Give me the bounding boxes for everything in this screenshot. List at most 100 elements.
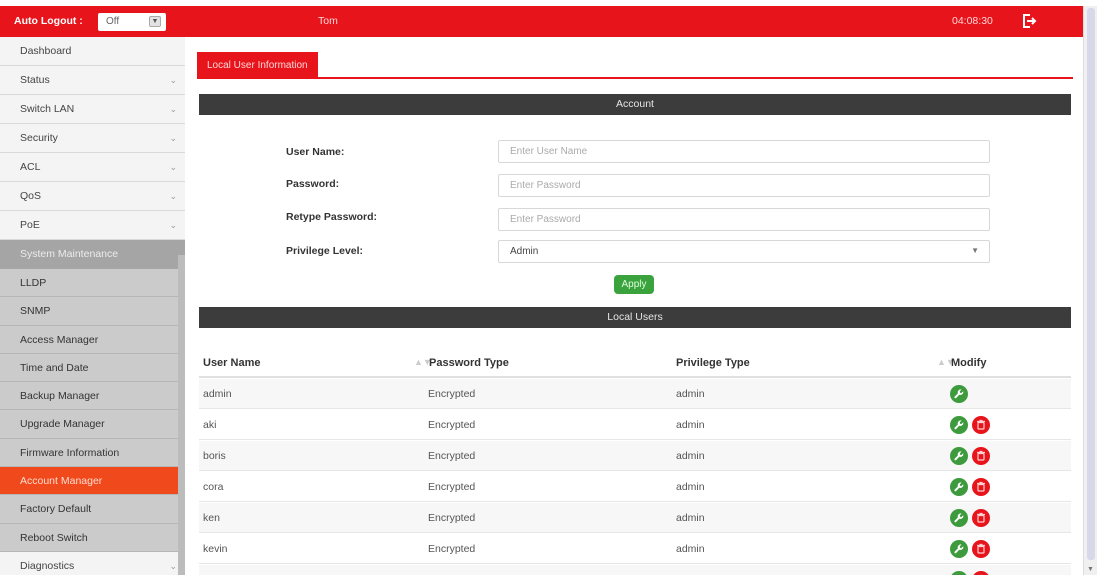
- cell-user-name: admin: [203, 388, 232, 400]
- sidebar-item-label: Diagnostics: [20, 559, 75, 572]
- chevron-down-icon: ⌄: [169, 133, 177, 143]
- trash-icon[interactable]: [972, 509, 990, 527]
- sidebar-item-label: Status: [20, 74, 50, 86]
- sidebar-item-security[interactable]: Security ⌄: [0, 124, 185, 153]
- sidebar-item-diagnostics[interactable]: Diagnostics ⌄: [0, 551, 185, 575]
- wrench-icon[interactable]: [950, 416, 968, 434]
- sidebar-item-reboot-switch[interactable]: Reboot Switch: [0, 523, 179, 552]
- table-row: cora Encrypted admin: [199, 472, 1071, 502]
- wrench-icon[interactable]: [950, 571, 968, 575]
- chevron-down-icon: ⌄: [169, 220, 177, 230]
- sidebar-item-label: Switch LAN: [20, 103, 75, 115]
- column-header-privilege-type[interactable]: Privilege Type: [676, 357, 750, 369]
- trash-icon[interactable]: [972, 540, 990, 558]
- sidebar-item-time-and-date[interactable]: Time and Date: [0, 353, 179, 383]
- username-input[interactable]: Enter User Name: [498, 140, 990, 163]
- retype-password-input[interactable]: Enter Password: [498, 208, 990, 231]
- sidebar-item-account-manager[interactable]: Account Manager: [0, 467, 179, 496]
- sidebar-item-poe[interactable]: PoE ⌄: [0, 211, 185, 240]
- cell-privilege-type: admin: [676, 450, 705, 462]
- sidebar-group-system-maintenance[interactable]: System Maintenance: [0, 240, 185, 269]
- table-row: kevin Encrypted admin: [199, 534, 1071, 564]
- sidebar: Dashboard Status ⌄ Switch LAN ⌄ Security ⌄ ACL ⌄…: [0, 37, 185, 575]
- sidebar-item-label: PoE: [20, 219, 40, 231]
- wrench-icon[interactable]: [950, 478, 968, 496]
- privilege-level-label: Privilege Level:: [286, 245, 364, 257]
- table-row: boris Encrypted admin: [199, 441, 1071, 471]
- chevron-down-icon: ⌄: [169, 75, 177, 85]
- column-header-modify: Modify: [951, 357, 987, 369]
- sidebar-item-factory-default[interactable]: Factory Default: [0, 495, 179, 524]
- chevron-down-icon: ⌄: [169, 104, 177, 114]
- sidebar-item-access-manager[interactable]: Access Manager: [0, 325, 179, 354]
- local-users-section-header: Local Users: [199, 307, 1071, 328]
- account-section-header: Account: [199, 94, 1071, 115]
- wrench-icon[interactable]: [950, 509, 968, 527]
- cell-privilege-type: admin: [676, 419, 705, 431]
- cell-user-name: boris: [203, 450, 226, 462]
- wrench-icon[interactable]: [950, 540, 968, 558]
- column-header-password-type[interactable]: Password Type: [429, 357, 509, 369]
- tab-local-user-information[interactable]: Local User Information: [197, 52, 318, 78]
- apply-button[interactable]: Apply: [614, 275, 654, 294]
- cell-user-name: kevin: [203, 543, 228, 555]
- cell-password-type: Encrypted: [428, 419, 476, 431]
- page-scrollbar-thumb[interactable]: [1087, 8, 1095, 560]
- sidebar-item-acl[interactable]: ACL ⌄: [0, 153, 185, 182]
- sidebar-item-lldp[interactable]: LLDP: [0, 269, 179, 298]
- chevron-down-icon: ⌄: [169, 191, 177, 201]
- session-time: 04:08:30: [952, 15, 993, 27]
- auto-logout-label: Auto Logout :: [14, 15, 83, 27]
- sidebar-item-qos[interactable]: QoS ⌄: [0, 182, 185, 211]
- sidebar-item-switch-lan[interactable]: Switch LAN ⌄: [0, 95, 185, 124]
- sidebar-item-dashboard[interactable]: Dashboard: [0, 37, 185, 66]
- table-header: User Name ▲▼ Password Type Privilege Typ…: [199, 346, 1071, 378]
- chevron-down-icon: ⌄: [169, 162, 177, 172]
- chevron-down-icon: ⌄: [169, 560, 177, 571]
- cell-user-name: ken: [203, 512, 220, 524]
- wrench-icon[interactable]: [950, 447, 968, 465]
- retype-password-label: Retype Password:: [286, 211, 378, 223]
- cell-privilege-type: admin: [676, 481, 705, 493]
- chevron-down-icon: ▼: [149, 16, 161, 27]
- cell-password-type: Encrypted: [428, 388, 476, 400]
- sidebar-item-label: ACL: [20, 161, 41, 173]
- password-label: Password:: [286, 178, 340, 190]
- sidebar-item-upgrade-manager[interactable]: Upgrade Manager: [0, 410, 179, 439]
- password-input[interactable]: Enter Password: [498, 174, 990, 197]
- trash-icon[interactable]: [972, 416, 990, 434]
- trash-icon[interactable]: [972, 447, 990, 465]
- table-row: tomEncryptedadmin: [199, 565, 1071, 575]
- sidebar-item-snmp[interactable]: SNMP: [0, 297, 179, 326]
- cell-password-type: Encrypted: [428, 512, 476, 524]
- auto-logout-value: Off: [106, 16, 120, 27]
- logout-icon[interactable]: [1021, 13, 1037, 29]
- sidebar-item-label: QoS: [20, 190, 42, 202]
- cell-privilege-type: admin: [676, 388, 705, 400]
- username-label: User Name:: [286, 146, 345, 158]
- sidebar-item-label: Security: [20, 132, 58, 144]
- wrench-icon[interactable]: [950, 385, 968, 403]
- table-row: admin Encrypted admin: [199, 379, 1071, 409]
- chevron-down-icon: ▼: [971, 246, 979, 255]
- trash-icon[interactable]: [972, 571, 990, 575]
- column-header-user-name[interactable]: User Name: [203, 357, 260, 369]
- sidebar-item-backup-manager[interactable]: Backup Manager: [0, 382, 179, 411]
- sidebar-scrollbar[interactable]: [178, 255, 185, 575]
- trash-icon[interactable]: [972, 478, 990, 496]
- table-row: aki Encrypted admin: [199, 410, 1071, 440]
- page-scrollbar[interactable]: ▼: [1083, 6, 1097, 575]
- sidebar-item-status[interactable]: Status ⌄: [0, 66, 185, 95]
- table-row: ken Encrypted admin: [199, 503, 1071, 533]
- sidebar-item-label: Dashboard: [20, 45, 72, 57]
- tab-underline: [197, 77, 1073, 79]
- cell-user-name: aki: [203, 419, 217, 431]
- sidebar-item-firmware-information[interactable]: Firmware Information: [0, 438, 179, 468]
- auto-logout-select[interactable]: Off ▼: [98, 13, 166, 31]
- cell-password-type: Encrypted: [428, 543, 476, 555]
- scroll-down-arrow-icon[interactable]: ▼: [1087, 566, 1094, 573]
- privilege-level-select[interactable]: Admin ▼: [498, 240, 990, 263]
- cell-password-type: Encrypted: [428, 481, 476, 493]
- cell-password-type: Encrypted: [428, 450, 476, 462]
- current-user: Tom: [318, 15, 338, 27]
